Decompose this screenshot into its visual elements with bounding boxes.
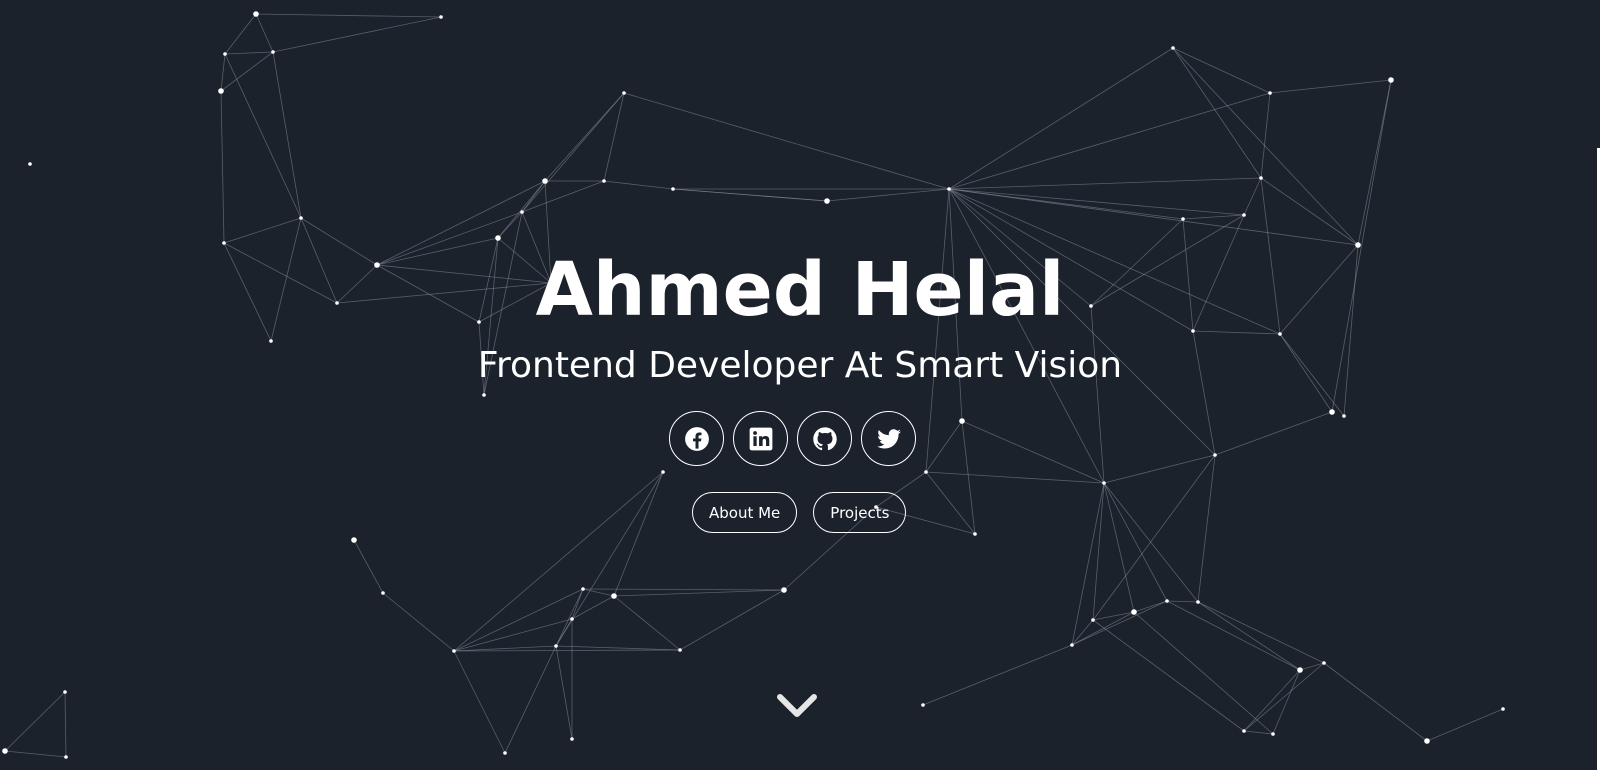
github-link[interactable] [797, 411, 852, 466]
projects-button[interactable]: Projects [813, 492, 907, 533]
hero-name: Ahmed Helal [535, 247, 1065, 333]
hero-actions: About Me Projects [692, 492, 907, 533]
hero-section: Ahmed Helal Frontend Developer At Smart … [0, 0, 1600, 770]
hero-content: Ahmed Helal Frontend Developer At Smart … [0, 0, 1600, 770]
social-links [669, 411, 916, 466]
twitter-link[interactable] [861, 411, 916, 466]
github-icon [812, 426, 837, 450]
hero-tagline: Frontend Developer At Smart Vision [477, 345, 1123, 386]
about-me-button[interactable]: About Me [692, 492, 798, 533]
linkedin-icon [749, 427, 772, 450]
twitter-icon [876, 428, 901, 449]
scroll-down-button[interactable] [774, 690, 820, 720]
facebook-link[interactable] [669, 411, 724, 466]
chevron-down-icon [777, 694, 817, 717]
linkedin-link[interactable] [733, 411, 788, 466]
facebook-icon [684, 426, 709, 451]
